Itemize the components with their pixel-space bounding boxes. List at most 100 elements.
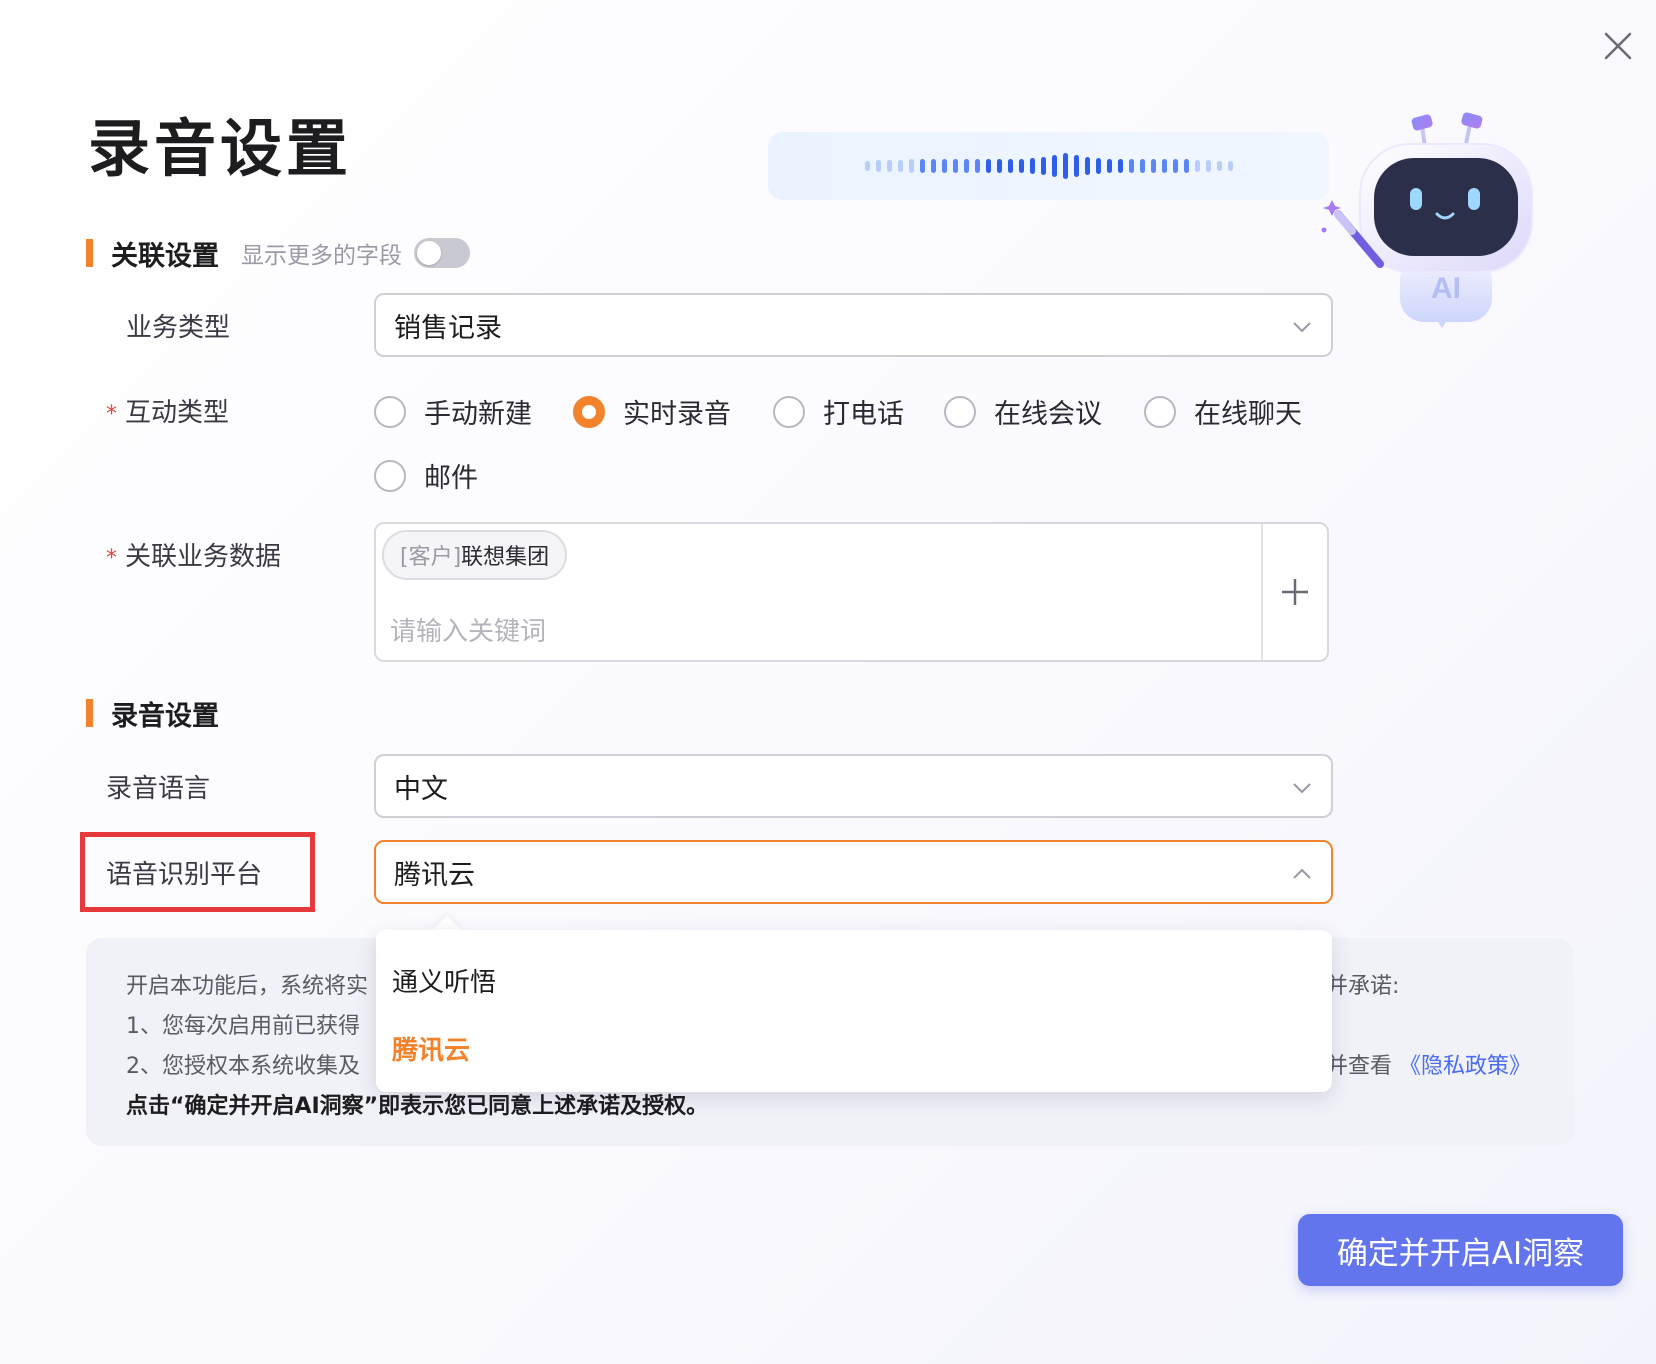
radio-manual-create[interactable]: 手动新建 xyxy=(374,392,532,431)
waveform-bar xyxy=(1029,158,1035,174)
add-related-data-button[interactable] xyxy=(1261,524,1327,660)
required-mark: * xyxy=(106,402,117,427)
related-data-tag[interactable]: [客户] 联想集团 xyxy=(382,530,568,580)
waveform-bar xyxy=(1117,159,1123,173)
asr-platform-value: 腾讯云 xyxy=(394,859,475,891)
page-title: 录音设置 xyxy=(88,112,353,185)
radio-label: 手动新建 xyxy=(424,399,532,430)
waveform-bar xyxy=(930,159,936,173)
radio-label: 打电话 xyxy=(823,399,904,430)
waveform-bar xyxy=(974,159,980,173)
business-type-label: 业务类型 xyxy=(126,313,231,343)
radio-label: 邮件 xyxy=(424,463,478,494)
recording-language-select[interactable]: 中文 xyxy=(374,754,1333,818)
section-title: 关联设置 xyxy=(111,240,219,272)
waveform-bar xyxy=(1018,159,1024,173)
dropdown-option-tongyi[interactable]: 通义听悟 xyxy=(392,962,496,999)
waveform-bar xyxy=(886,160,892,172)
notice-line-3-end: 并查看 《隐私政策》 xyxy=(1326,1048,1531,1080)
section-title: 录音设置 xyxy=(111,700,219,732)
interaction-type-label-text: 互动类型 xyxy=(125,398,230,428)
asr-platform-dropdown: 通义听悟 腾讯云 xyxy=(376,930,1332,1092)
recording-language-value: 中文 xyxy=(394,773,448,805)
waveform-bar xyxy=(1139,159,1145,173)
waveform-bar xyxy=(1183,159,1189,173)
waveform-bar xyxy=(963,159,969,173)
highlight-annotation-box xyxy=(80,832,315,912)
privacy-policy-link[interactable]: 《隐私政策》 xyxy=(1399,1054,1531,1079)
audio-waveform xyxy=(768,132,1329,200)
waveform-bar xyxy=(952,159,958,173)
waveform-bar xyxy=(1194,160,1200,172)
waveform-bar xyxy=(996,159,1002,173)
waveform-bar xyxy=(1040,157,1046,175)
required-mark: * xyxy=(106,546,117,571)
confirm-enable-ai-button[interactable]: 确定并开启AI洞察 xyxy=(1298,1214,1623,1286)
radio-circle xyxy=(1144,395,1176,428)
plus-icon xyxy=(1282,579,1308,605)
waveform-bar xyxy=(985,159,991,173)
radio-circle xyxy=(374,459,406,492)
notice-line-4: 点击“确定并开启AI洞察”即表示您已同意上述承诺及授权。 xyxy=(126,1094,709,1119)
ai-robot-mascot-icon: AI xyxy=(1321,112,1533,328)
radio-circle xyxy=(374,395,406,428)
notice-line-1: 开启本功能后，系统将实 xyxy=(126,974,369,999)
radio-phone-call[interactable]: 打电话 xyxy=(773,392,904,431)
business-type-select[interactable]: 销售记录 xyxy=(374,293,1333,357)
waveform-bar xyxy=(1007,159,1013,173)
interaction-type-label: * 互动类型 xyxy=(106,392,229,429)
notice-line-1-end: 并承诺: xyxy=(1326,974,1400,999)
section-association-header: 关联设置 显示更多的字段 xyxy=(86,237,470,272)
show-more-fields-label: 显示更多的字段 xyxy=(241,243,402,269)
waveform-bar xyxy=(875,160,881,172)
radio-circle xyxy=(773,395,805,428)
waveform-bar xyxy=(1205,160,1211,172)
waveform-bar xyxy=(941,159,947,173)
waveform-bar xyxy=(1161,159,1167,173)
chevron-up-icon xyxy=(1293,868,1311,879)
show-more-fields-toggle[interactable] xyxy=(414,238,470,268)
asr-platform-select[interactable]: 腾讯云 xyxy=(374,840,1333,904)
waveform-bar xyxy=(864,161,870,171)
waveform-bar xyxy=(919,159,925,173)
waveform-bar xyxy=(1150,159,1156,173)
related-data-label-text: 关联业务数据 xyxy=(125,542,282,572)
waveform-bar xyxy=(1106,159,1112,173)
recording-language-label: 录音语言 xyxy=(106,774,211,804)
toggle-knob xyxy=(417,241,441,265)
chevron-down-icon xyxy=(1293,783,1311,794)
radio-circle xyxy=(944,395,976,428)
waveform-bar xyxy=(1095,158,1101,174)
notice-line-3: 2、您授权本系统收集及 xyxy=(126,1054,360,1079)
waveform-bar xyxy=(1128,159,1134,173)
notice-line-2: 1、您每次启用前已获得 xyxy=(126,1014,360,1039)
keyword-search-input[interactable] xyxy=(390,612,1270,652)
waveform-bar xyxy=(897,160,903,172)
waveform-bar xyxy=(1073,155,1079,177)
section-recording-header: 录音设置 xyxy=(86,697,219,732)
radio-label: 在线聊天 xyxy=(1194,399,1302,430)
section-accent-bar xyxy=(86,239,93,267)
waveform-bar xyxy=(1084,157,1090,175)
business-type-value: 销售记录 xyxy=(394,312,502,344)
radio-online-chat[interactable]: 在线聊天 xyxy=(1144,392,1302,431)
radio-label: 实时录音 xyxy=(623,399,731,430)
waveform-bar xyxy=(1062,153,1068,179)
radio-label: 在线会议 xyxy=(994,399,1102,430)
related-data-label: * 关联业务数据 xyxy=(106,536,281,573)
chevron-down-icon xyxy=(1293,322,1311,333)
waveform-bar xyxy=(1227,161,1233,171)
radio-realtime-recording[interactable]: 实时录音 xyxy=(573,392,731,431)
radio-circle-checked xyxy=(573,395,605,428)
radio-email[interactable]: 邮件 xyxy=(374,456,478,495)
close-button[interactable] xyxy=(1600,28,1636,64)
tag-name: 联想集团 xyxy=(461,545,550,570)
waveform-bar xyxy=(1172,159,1178,173)
waveform-bar xyxy=(1216,161,1222,171)
recording-settings-dialog: 录音设置 AI 关联设置 显示更多的字段 业务类型 销售记录 * 互动类型 手动… xyxy=(0,0,1656,1364)
dropdown-option-tencent-cloud[interactable]: 腾讯云 xyxy=(392,1030,470,1067)
close-icon xyxy=(1604,32,1632,60)
radio-online-meeting[interactable]: 在线会议 xyxy=(944,392,1102,431)
tag-prefix: [客户] xyxy=(400,545,462,570)
related-data-field: [客户] 联想集团 xyxy=(374,522,1329,662)
